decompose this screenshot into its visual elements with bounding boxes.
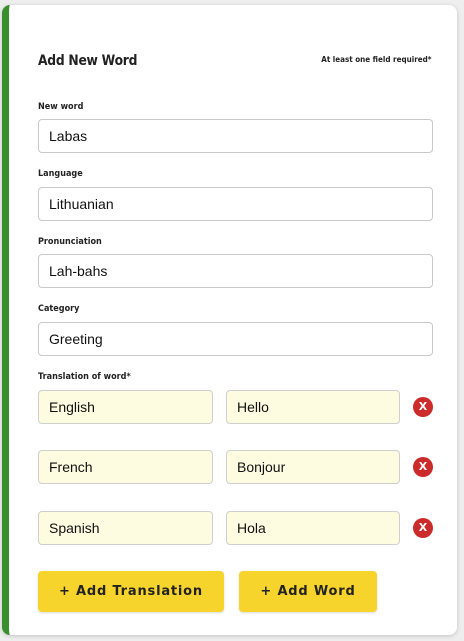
translation-value-input[interactable] <box>226 390 400 424</box>
add-word-button[interactable]: + Add Word <box>239 571 377 612</box>
pronunciation-input[interactable] <box>38 254 433 288</box>
translation-language-input[interactable] <box>38 390 213 424</box>
pronunciation-label: Pronunciation <box>38 237 102 247</box>
new-word-label: New word <box>38 102 84 112</box>
language-input[interactable] <box>38 187 433 221</box>
language-label: Language <box>38 169 83 179</box>
remove-translation-icon[interactable]: X <box>413 518 433 538</box>
form-title: Add New Word <box>38 53 138 69</box>
remove-translation-icon[interactable]: X <box>413 457 433 477</box>
required-hint: At least one field required* <box>321 55 432 64</box>
new-word-input[interactable] <box>38 119 433 153</box>
translation-language-input[interactable] <box>38 450 213 484</box>
category-input[interactable] <box>38 322 433 356</box>
category-label: Category <box>38 304 80 314</box>
translation-label: Translation of word* <box>38 372 131 382</box>
translation-value-input[interactable] <box>226 511 400 545</box>
translation-value-input[interactable] <box>226 450 400 484</box>
translation-language-input[interactable] <box>38 511 213 545</box>
remove-translation-icon[interactable]: X <box>413 397 433 417</box>
add-translation-button[interactable]: + Add Translation <box>38 571 224 612</box>
